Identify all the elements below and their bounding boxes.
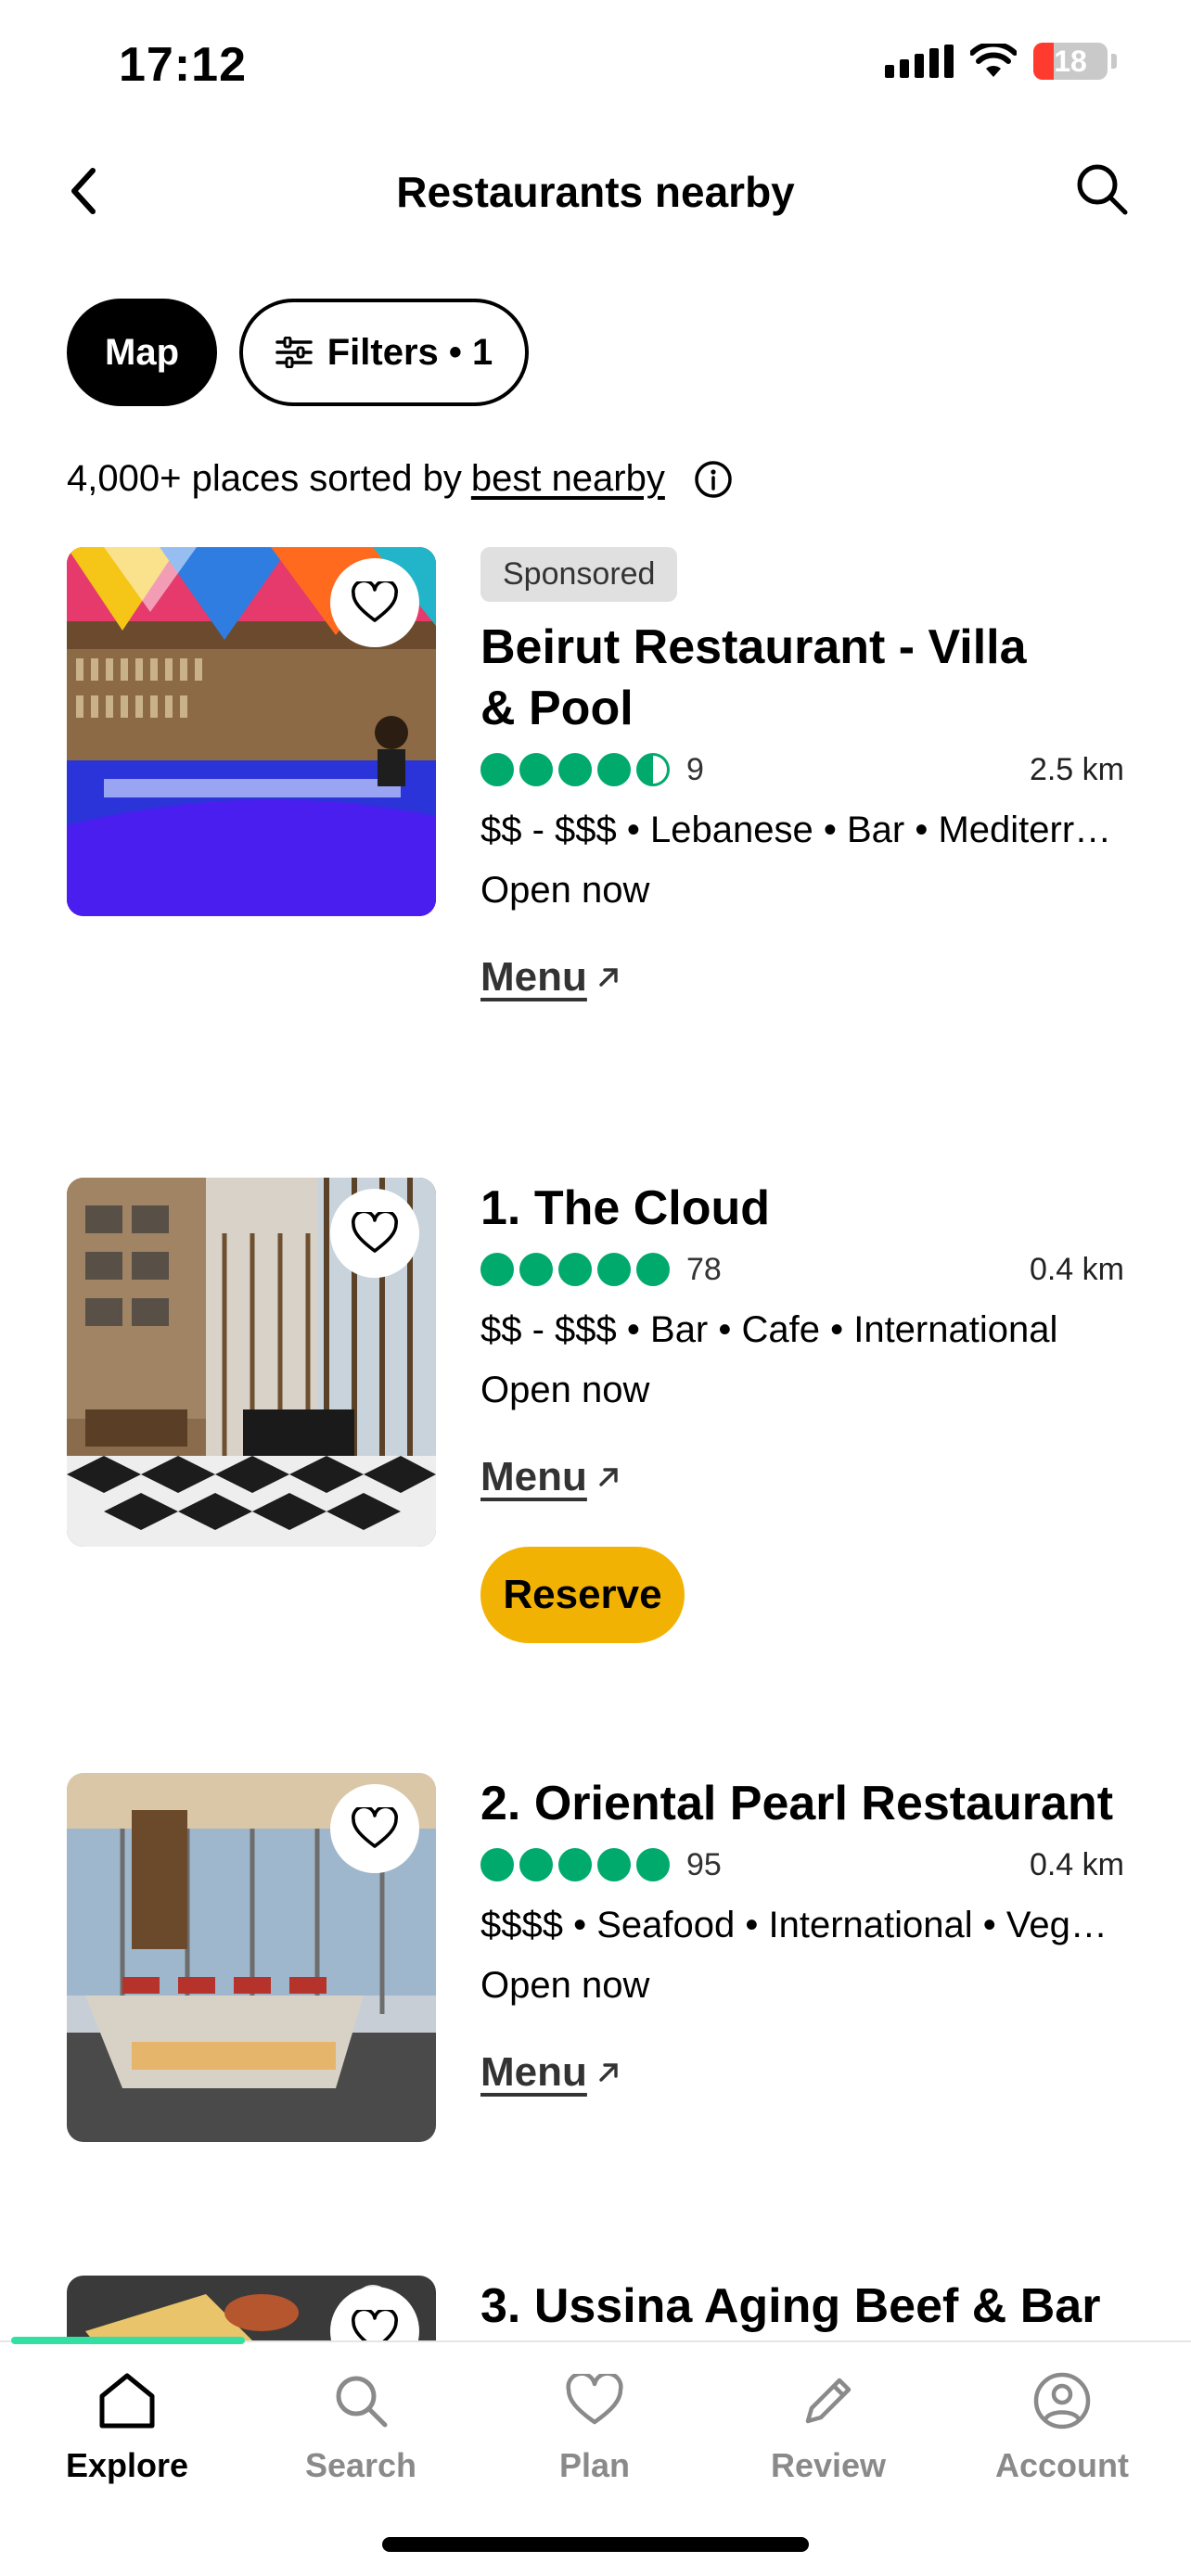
restaurant-info: 3. Ussina Aging Beef & Bar	[480, 2276, 1124, 2337]
results-count: 4,000+ places sorted by	[67, 458, 462, 499]
menu-link[interactable]: Menu	[480, 2049, 621, 2096]
restaurants-screen: 17:12 18 Restaurants nearby Map Filters …	[0, 0, 1191, 2576]
sort-link[interactable]: best nearby	[471, 458, 665, 500]
save-button[interactable]	[330, 558, 419, 647]
active-tab-indicator	[11, 2337, 245, 2344]
nav-label: Explore	[65, 2446, 189, 2484]
restaurant-name[interactable]: Beirut Restaurant - Villa & Pool	[480, 617, 1037, 739]
restaurant-tags: $$$$ • Seafood • International • Vegetar…	[480, 1905, 1124, 1945]
page-title: Restaurants nearby	[396, 168, 795, 216]
external-arrow-icon	[599, 2063, 618, 2082]
restaurant-photo[interactable]	[67, 1178, 436, 1547]
heart-icon	[352, 1807, 398, 1848]
search-icon	[336, 2376, 388, 2428]
restaurant-card[interactable]: 3. Ussina Aging Beef & Bar	[67, 2276, 1124, 2340]
review-count: 9	[686, 751, 704, 787]
rating-row: 95 0.4 km	[480, 1842, 1124, 1888]
save-button[interactable]	[330, 1784, 419, 1873]
distance: 2.5 km	[1029, 751, 1124, 787]
review-count: 95	[686, 1846, 722, 1882]
battery-icon: 18	[1033, 43, 1108, 80]
menu-link-label: Menu	[480, 2049, 587, 2095]
nav-explore[interactable]: Explore	[34, 2368, 220, 2485]
open-status: Open now	[480, 870, 650, 911]
restaurant-tags: $$ - $$$ • Lebanese • Bar • Mediterranea…	[480, 810, 1124, 850]
cellular-signal-icon	[885, 45, 954, 78]
rating-bubbles: 78	[480, 1252, 722, 1288]
status-time: 17:12	[119, 38, 247, 92]
rating-bubbles: 95	[480, 1847, 722, 1883]
battery-level: 18	[1054, 44, 1087, 78]
restaurant-name[interactable]: 3. Ussina Aging Beef & Bar	[480, 2276, 1124, 2337]
external-arrow-icon	[599, 1468, 618, 1486]
wifi-icon	[970, 44, 1017, 77]
nav-label: Plan	[558, 2446, 631, 2484]
nav-review[interactable]: Review	[736, 2368, 921, 2485]
restaurant-info: 1. The Cloud 78 0.4 km $$ - $$$ • Bar • …	[480, 1178, 1124, 1643]
search-button[interactable]	[1072, 159, 1132, 219]
restaurant-photo[interactable]	[67, 547, 436, 916]
filters-button[interactable]: Filters • 1	[239, 299, 529, 406]
rating-row: 9 2.5 km	[480, 746, 1124, 793]
nav-plan[interactable]: Plan	[502, 2368, 687, 2485]
home-indicator[interactable]	[382, 2537, 809, 2552]
restaurant-info: 2. Oriental Pearl Restaurant 95 0.4 km $…	[480, 1773, 1124, 2096]
nav-label: Search	[304, 2446, 417, 2484]
restaurant-photo[interactable]	[67, 1773, 436, 2142]
open-status: Open now	[480, 1370, 650, 1410]
rating-row: 78 0.4 km	[480, 1246, 1124, 1293]
external-arrow-icon	[599, 968, 618, 987]
nav-label: Review	[770, 2446, 887, 2484]
review-count: 78	[686, 1251, 722, 1287]
nav-search[interactable]: Search	[268, 2368, 454, 2485]
status-icons: 18	[885, 43, 1117, 80]
menu-link[interactable]: Menu	[480, 954, 621, 1001]
menu-link-label: Menu	[480, 954, 587, 1000]
distance: 0.4 km	[1029, 1251, 1124, 1287]
restaurant-name[interactable]: 2. Oriental Pearl Restaurant	[480, 1773, 1124, 1834]
search-icon	[1077, 164, 1128, 215]
reserve-button[interactable]: Reserve	[480, 1547, 685, 1643]
info-icon[interactable]	[693, 459, 734, 500]
sliders-icon	[275, 337, 313, 368]
nav-account[interactable]: Account	[969, 2368, 1155, 2485]
home-icon	[99, 2373, 155, 2429]
filters-label: Filters • 1	[327, 331, 493, 373]
restaurant-tags: $$ - $$$ • Bar • Cafe • International	[480, 1309, 1058, 1350]
rating-bubbles: 9	[480, 752, 704, 788]
nav-label: Account	[995, 2446, 1129, 2484]
open-status: Open now	[480, 1965, 650, 2006]
heart-icon	[352, 581, 398, 622]
menu-link[interactable]: Menu	[480, 1454, 621, 1500]
user-circle-icon	[1033, 2372, 1091, 2429]
map-button[interactable]: Map	[67, 299, 217, 406]
restaurant-photo[interactable]	[67, 2276, 436, 2340]
heart-icon	[352, 1212, 398, 1253]
menu-link-label: Menu	[480, 1454, 587, 1499]
results-summary: 4,000+ places sorted by best nearby	[67, 458, 734, 500]
heart-icon	[566, 2374, 623, 2425]
restaurant-name[interactable]: 1. The Cloud	[480, 1178, 1124, 1239]
sponsored-badge: Sponsored	[480, 547, 678, 602]
pencil-icon	[805, 2378, 852, 2424]
heart-icon	[352, 2310, 398, 2340]
distance: 0.4 km	[1029, 1846, 1124, 1882]
save-button[interactable]	[330, 1189, 419, 1278]
restaurant-info: Sponsored Beirut Restaurant - Villa & Po…	[480, 547, 1124, 1001]
